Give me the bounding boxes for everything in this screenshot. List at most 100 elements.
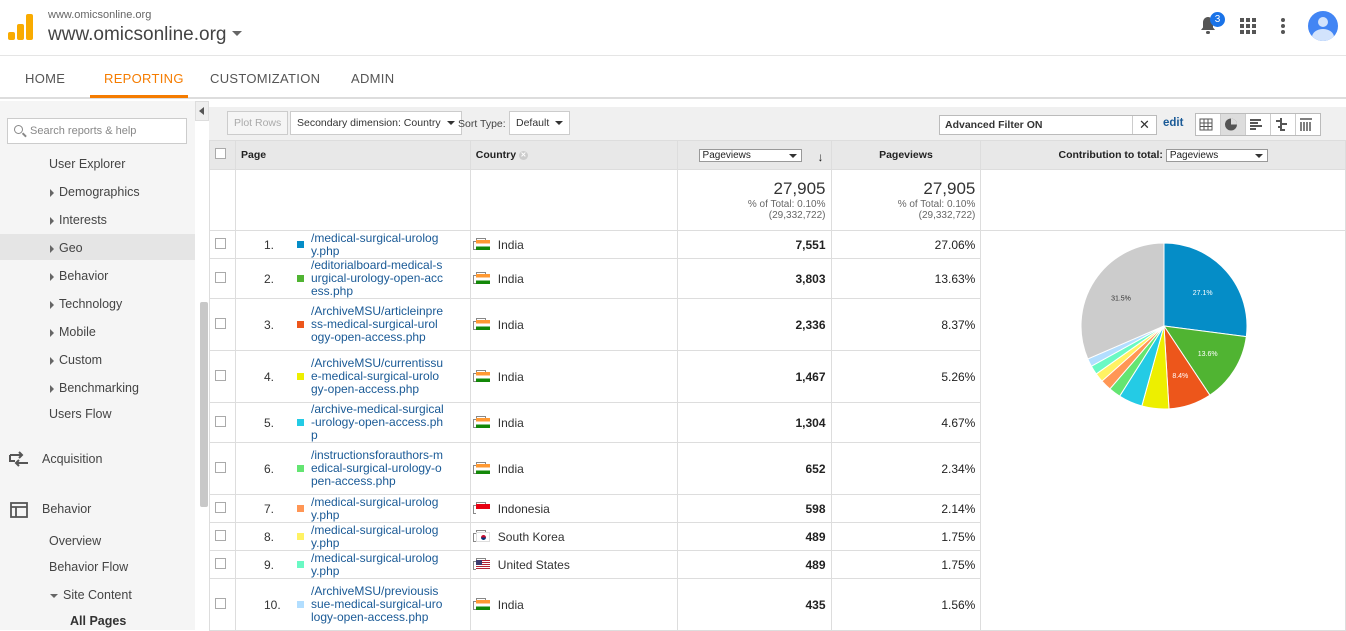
- plot-rows-button[interactable]: Plot Rows: [227, 111, 289, 135]
- page-link[interactable]: /medical-surgical-urology.php: [311, 523, 444, 550]
- advanced-filter-field[interactable]: Advanced Filter ON ✕: [939, 115, 1157, 135]
- sidebar-item-demographics[interactable]: Demographics: [50, 185, 140, 199]
- tab-admin[interactable]: ADMIN: [351, 71, 394, 86]
- country-name[interactable]: United States: [498, 558, 570, 572]
- country-name[interactable]: India: [498, 272, 524, 286]
- pivot-view-icon[interactable]: [1296, 114, 1320, 135]
- country-name[interactable]: Indonesia: [498, 502, 550, 516]
- pageviews-percent: 5.26%: [830, 350, 982, 403]
- chevron-down-icon: [555, 121, 564, 126]
- country-cell: South Korea: [469, 522, 678, 551]
- pageviews-percent: 13.63%: [830, 258, 982, 299]
- metric-dropdown[interactable]: Pageviews: [698, 148, 802, 162]
- edit-filter-link[interactable]: edit: [1163, 117, 1183, 129]
- row-checkbox[interactable]: [215, 271, 226, 283]
- sidebar-item-interests[interactable]: Interests: [50, 213, 107, 227]
- sidebar-item-custom[interactable]: Custom: [50, 353, 102, 367]
- row-checkbox[interactable]: [215, 317, 226, 329]
- column-header-page[interactable]: Page: [234, 140, 471, 170]
- contribution-dropdown[interactable]: Pageviews: [1165, 148, 1268, 162]
- row-number: 1.: [263, 238, 274, 252]
- secondary-dimension-dropdown[interactable]: Secondary dimension: Country: [290, 111, 462, 135]
- pageviews-value: 489: [676, 522, 832, 551]
- sidebar-item-site-content[interactable]: Site Content: [50, 588, 132, 602]
- row-checkbox[interactable]: [215, 597, 226, 609]
- country-name[interactable]: India: [498, 370, 524, 384]
- sidebar-item-behavior-flow[interactable]: Behavior Flow: [49, 560, 128, 574]
- row-checkbox[interactable]: [215, 501, 226, 513]
- sidebar-section-behavior[interactable]: Behavior: [42, 502, 91, 516]
- row-checkbox[interactable]: [215, 415, 226, 427]
- sidebar: Search reports & help User Explorer Demo…: [0, 101, 195, 630]
- page-link[interactable]: /archive-medical-surgical-urology-open-a…: [311, 403, 444, 442]
- row-checkbox[interactable]: [215, 369, 226, 381]
- expand-arrow-icon: [50, 272, 54, 281]
- row-checkbox[interactable]: [215, 529, 226, 541]
- page-link[interactable]: /editorialboard-medical-surgical-urology…: [311, 259, 444, 298]
- remove-dimension-icon[interactable]: ✕: [518, 150, 528, 160]
- collapse-sidebar-button[interactable]: [195, 101, 209, 121]
- page-link[interactable]: /medical-surgical-urology.php: [311, 495, 444, 522]
- tab-customization[interactable]: CUSTOMIZATION: [210, 71, 320, 86]
- page-link[interactable]: /instructionsforauthors-medical-surgical…: [311, 449, 444, 488]
- row-number: 5.: [263, 416, 274, 430]
- country-name[interactable]: India: [498, 238, 524, 252]
- country-name[interactable]: India: [498, 416, 524, 430]
- country-name[interactable]: India: [498, 318, 524, 332]
- chevron-down-icon: [788, 153, 797, 158]
- series-color-swatch: [296, 465, 304, 472]
- avatar[interactable]: [1308, 11, 1338, 41]
- country-name[interactable]: India: [498, 598, 524, 612]
- column-header-country[interactable]: Country ✕: [469, 140, 678, 170]
- sidebar-section-acquisition[interactable]: Acquisition: [42, 452, 102, 466]
- sort-type-value: Default: [516, 117, 550, 129]
- tab-reporting[interactable]: REPORTING: [104, 71, 184, 86]
- country-name[interactable]: India: [498, 462, 524, 476]
- row-checkbox[interactable]: [215, 237, 226, 249]
- close-icon[interactable]: ✕: [1132, 116, 1156, 134]
- series-color-swatch: [296, 275, 304, 282]
- sidebar-scrollbar[interactable]: [200, 302, 208, 507]
- page-link[interactable]: /ArchiveMSU/currentissue-medical-surgica…: [311, 357, 444, 396]
- select-all-checkbox[interactable]: [215, 148, 226, 159]
- sidebar-item-benchmarking[interactable]: Benchmarking: [50, 381, 139, 395]
- sort-desc-arrow-icon[interactable]: ↓: [818, 150, 824, 164]
- sidebar-item-all-pages[interactable]: All Pages: [70, 614, 126, 628]
- row-checkbox[interactable]: [215, 557, 226, 569]
- sidebar-item-behavior[interactable]: Behavior: [50, 269, 108, 283]
- expand-arrow-icon: [50, 216, 54, 225]
- sidebar-item-users-flow[interactable]: Users Flow: [49, 407, 112, 421]
- country-name[interactable]: South Korea: [498, 530, 565, 544]
- series-color-swatch: [296, 561, 304, 568]
- table-view-icon[interactable]: [1196, 114, 1221, 135]
- page-link[interactable]: /medical-surgical-urology.php: [311, 551, 444, 578]
- sidebar-item-mobile[interactable]: Mobile: [50, 325, 96, 339]
- property-selector[interactable]: www.omicsonline.org: [48, 24, 226, 46]
- analytics-logo-icon[interactable]: [8, 14, 34, 40]
- chevron-down-icon[interactable]: [232, 31, 242, 36]
- sidebar-item-technology[interactable]: Technology: [50, 297, 122, 311]
- bar-view-icon[interactable]: [1246, 114, 1271, 135]
- search-input[interactable]: Search reports & help: [7, 118, 187, 144]
- page-link[interactable]: /medical-surgical-urology.php: [311, 231, 444, 258]
- page-link[interactable]: /ArchiveMSU/articleinpress-medical-surgi…: [311, 305, 444, 344]
- page-link[interactable]: /ArchiveMSU/previousissue-medical-surgic…: [311, 585, 444, 624]
- row-checkbox[interactable]: [215, 461, 226, 473]
- sidebar-item-label: Behavior: [59, 269, 109, 283]
- notification-badge[interactable]: 3: [1210, 12, 1225, 27]
- more-options-icon[interactable]: [1281, 18, 1285, 34]
- tab-home[interactable]: HOME: [25, 71, 65, 86]
- column-header-pageviews[interactable]: Pageviews: [830, 140, 982, 170]
- row-select-cell: [209, 402, 236, 443]
- pageviews-value: 1,304: [676, 402, 832, 443]
- apps-grid-icon[interactable]: [1240, 18, 1256, 34]
- sidebar-item-overview[interactable]: Overview: [49, 534, 101, 548]
- flag-in-icon: [475, 418, 490, 429]
- sidebar-item-geo[interactable]: Geo: [50, 241, 83, 255]
- column-header-metric-select[interactable]: Pageviews ↓: [676, 140, 832, 170]
- sidebar-item-user-explorer[interactable]: User Explorer: [49, 157, 125, 171]
- row-select-cell: [209, 350, 236, 403]
- pie-view-icon[interactable]: [1221, 114, 1246, 135]
- comparison-view-icon[interactable]: [1271, 114, 1296, 135]
- sort-type-dropdown[interactable]: Default: [509, 111, 571, 135]
